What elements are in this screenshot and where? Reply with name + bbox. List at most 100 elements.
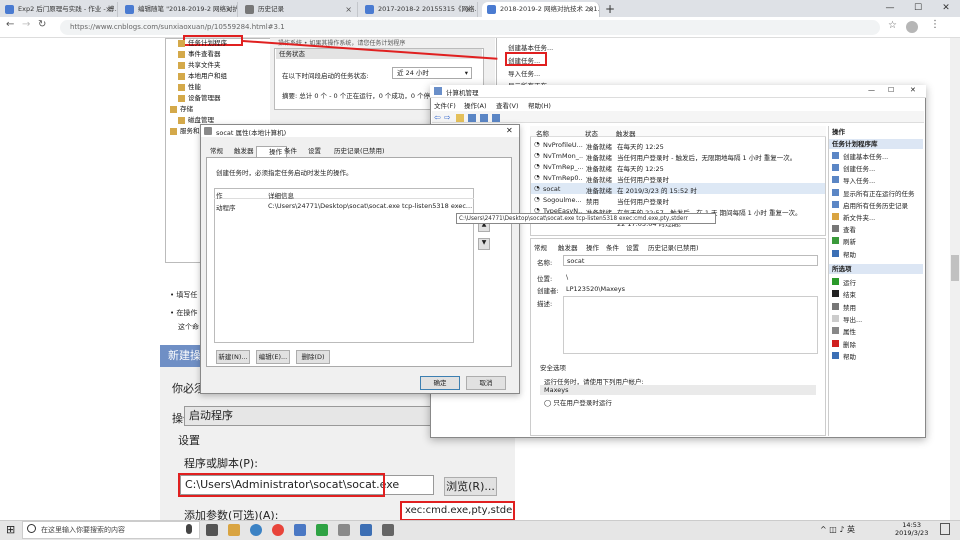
browser-tab[interactable]: 编辑随笔 "2018-2019-2 网络对抗... ×	[120, 2, 238, 17]
task-view-icon[interactable]	[206, 524, 218, 536]
col-name-header[interactable]: 名称	[536, 128, 549, 138]
word-icon[interactable]	[294, 524, 306, 536]
back-icon[interactable]: ←	[6, 19, 14, 30]
tab-settings[interactable]: 设置	[304, 146, 325, 157]
task-row[interactable]: ◔ NvTmMon_... 准备就绪 当任何用户登录时 - 触发后，无限期地每隔 1 …	[531, 150, 825, 162]
tree-item-event-viewer[interactable]: 事件查看器	[178, 48, 221, 58]
taskbar-search-input[interactable]: 在这里输入你要搜索的内容	[22, 521, 200, 539]
detail-tab-conditions[interactable]: 条件	[606, 242, 619, 252]
selected-action-item[interactable]: 帮助	[831, 351, 856, 361]
close-tab-icon[interactable]: ×	[345, 2, 352, 17]
args-input[interactable]: xec:cmd.exe,pty,stderr	[400, 501, 515, 521]
tree-item-disk-management[interactable]: 磁盘管理	[178, 114, 214, 124]
close-tab-icon[interactable]: ×	[587, 2, 594, 17]
name-field[interactable]: socat	[563, 255, 818, 266]
close-tab-icon[interactable]: ×	[465, 2, 472, 17]
browser-tab-active[interactable]: 2018-2019-2 网络对抗技术 201... ×	[482, 2, 600, 17]
action-item[interactable]: 查看	[831, 224, 856, 234]
move-down-button[interactable]: ▼	[478, 238, 490, 250]
action-item[interactable]: 导入任务...	[831, 175, 875, 185]
task-row[interactable]: ◔ Sogoulme... 禁用 当任何用户登录时	[531, 194, 825, 206]
qq-icon[interactable]	[360, 524, 372, 536]
tree-item-device-manager[interactable]: 设备管理器	[178, 92, 221, 102]
description-field[interactable]	[563, 296, 818, 354]
tab-history[interactable]: 历史记录(已禁用)	[330, 146, 389, 157]
col-status-header[interactable]: 状态	[585, 128, 598, 138]
bookmark-star-icon[interactable]: ☆	[888, 20, 897, 31]
detail-tab-settings[interactable]: 设置	[626, 242, 639, 252]
menu-file[interactable]: 文件(F)	[434, 100, 456, 110]
selected-action-item[interactable]: 删除	[831, 339, 856, 349]
edit-action-button[interactable]: 编辑(E)...	[256, 350, 290, 364]
detail-tab-general[interactable]: 常规	[534, 242, 547, 252]
action-item[interactable]: 帮助	[831, 249, 856, 259]
ok-button[interactable]: 确定	[420, 376, 460, 390]
action-item[interactable]: 启用所有任务历史记录	[831, 200, 908, 210]
computer-management-taskbar-icon[interactable]	[382, 524, 394, 536]
action-item[interactable]: 新文件夹...	[831, 212, 875, 222]
taskbar-clock[interactable]: 14:53 2019/3/23	[895, 521, 928, 537]
action-item[interactable]: 显示所有正在运行的任务	[831, 188, 915, 198]
browser-tab[interactable]: Exp2 后门原理与实践 - 作业 - 博... ×	[0, 2, 118, 17]
selected-action-item[interactable]: 运行	[831, 277, 856, 287]
task-row[interactable]: ◔ NvTmRep0... 准备就绪 当任何用户登录时	[531, 172, 825, 184]
status-period-select[interactable]: 近 24 小时 ▾	[392, 67, 472, 79]
task-row[interactable]: ◔ socat 准备就绪在 2019/3/23 的 15:52 时	[531, 183, 825, 195]
edge-icon[interactable]	[250, 524, 262, 536]
reload-icon[interactable]: ↻	[38, 19, 46, 30]
tab-general[interactable]: 常规	[206, 146, 227, 157]
cancel-button[interactable]: 取消	[466, 376, 506, 390]
windows-start-icon[interactable]: ⊞	[6, 523, 15, 537]
chrome-icon[interactable]	[272, 524, 284, 536]
detail-tab-history[interactable]: 历史记录(已禁用)	[648, 242, 699, 252]
actions-section-header[interactable]: 任务计划程序库	[829, 139, 923, 149]
task-row[interactable]: ◔ NvTmRep_... 准备就绪 在每天的 12:25	[531, 161, 825, 173]
toolbar-forward-icon[interactable]: ⇨	[444, 113, 451, 122]
close-tab-icon[interactable]: ×	[105, 2, 112, 17]
maximize-button[interactable]: ☐	[904, 0, 932, 17]
detail-tab-triggers[interactable]: 触发器	[558, 242, 578, 252]
col-action-header[interactable]: 作	[216, 190, 223, 200]
help-icon[interactable]	[492, 114, 500, 122]
selected-section-header[interactable]: 所选项	[829, 264, 923, 274]
menu-action[interactable]: 操作(A)	[464, 100, 487, 110]
notification-icon[interactable]	[940, 523, 950, 535]
col-trigger-header[interactable]: 触发器	[616, 128, 636, 138]
browser-tab[interactable]: 历史记录 ×	[240, 2, 358, 17]
properties-icon[interactable]	[480, 114, 488, 122]
actions-table-row[interactable]: 动程序 C:\Users\24771\Desktop\socat\socat.e…	[214, 200, 474, 212]
tree-item-task-scheduler[interactable]: 任务计划程序	[178, 37, 227, 47]
tree-item-storage[interactable]: 存储	[170, 103, 193, 113]
tree-item-local-users[interactable]: 本地用户和组	[178, 70, 227, 80]
scrollbar-thumb[interactable]	[951, 255, 959, 281]
new-tab-button[interactable]: +	[605, 2, 615, 17]
menu-help[interactable]: 帮助(H)	[528, 100, 551, 110]
selected-action-item[interactable]: 禁用	[831, 302, 856, 312]
file-explorer-icon[interactable]	[228, 524, 240, 536]
cm-maximize-button[interactable]: ☐	[888, 86, 894, 94]
action-item[interactable]: 创建任务...	[831, 163, 875, 173]
view-icon[interactable]	[468, 114, 476, 122]
action-item[interactable]: 创建基本任务...	[831, 151, 888, 161]
tree-item-shared-folders[interactable]: 共享文件夹	[178, 59, 221, 69]
close-window-button[interactable]: ✕	[932, 0, 960, 17]
action-item[interactable]: 刷新	[831, 236, 856, 246]
only-logged-on-radio[interactable]: ◯ 只在用户登录时运行	[544, 397, 612, 407]
folder-icon[interactable]	[456, 114, 464, 122]
col-detail-header[interactable]: 详细信息	[268, 190, 294, 200]
cm-close-button[interactable]: ✕	[910, 86, 916, 94]
forward-icon[interactable]: →	[22, 19, 30, 30]
microphone-icon[interactable]	[186, 524, 192, 534]
browser-tab[interactable]: 2017-2018-2 20155315《网络... ×	[360, 2, 478, 17]
menu-view[interactable]: 查看(V)	[496, 100, 519, 110]
tree-item-performance[interactable]: 性能	[178, 81, 201, 91]
delete-action-button[interactable]: 删除(D)	[296, 350, 330, 364]
menu-icon[interactable]: ⋮	[930, 19, 940, 30]
close-tab-icon[interactable]: ×	[225, 2, 232, 17]
selected-action-item[interactable]: 属性	[831, 326, 856, 336]
browse-button[interactable]: 浏览(R)...	[444, 477, 497, 496]
task-row[interactable]: ◔ NvProfileU... 准备就绪 在每天的 12:25	[531, 139, 825, 151]
wechat-icon[interactable]	[316, 524, 328, 536]
selected-action-item[interactable]: 导出...	[831, 314, 862, 324]
tab-conditions[interactable]: 条件	[280, 146, 301, 157]
